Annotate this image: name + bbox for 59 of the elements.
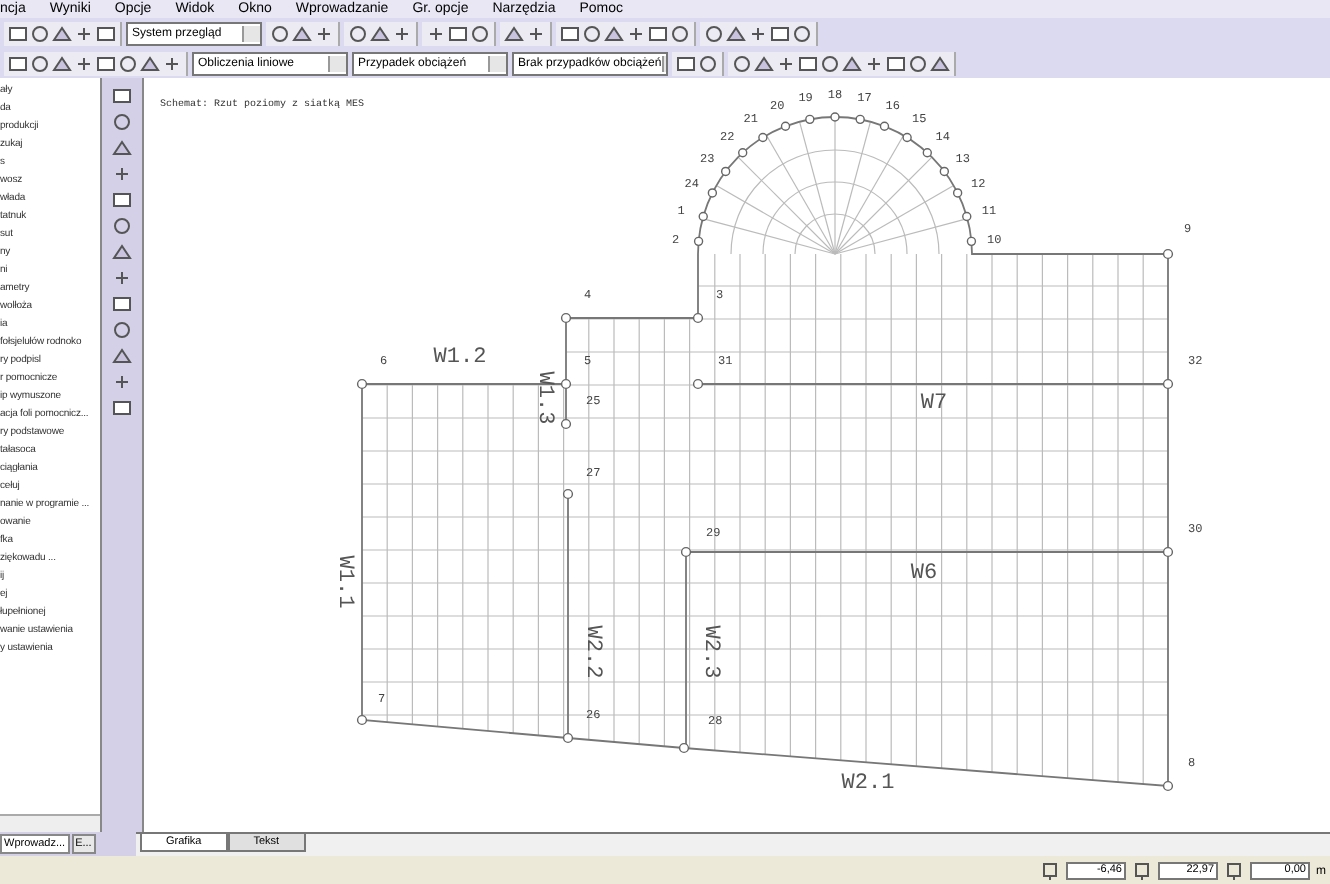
scrollbar[interactable] bbox=[0, 814, 100, 832]
node-marker bbox=[678, 742, 690, 754]
node-marker bbox=[738, 148, 748, 158]
node-marker bbox=[698, 211, 708, 222]
node-marker bbox=[356, 378, 368, 390]
node-marker bbox=[855, 114, 865, 125]
tool-icon[interactable] bbox=[776, 53, 796, 73]
tool-icon[interactable] bbox=[112, 372, 132, 392]
tool-icon[interactable] bbox=[112, 268, 132, 288]
node-marker bbox=[560, 378, 572, 390]
tool-icon[interactable] bbox=[864, 53, 884, 73]
region-label: W2.1 bbox=[841, 772, 895, 796]
node-marker bbox=[902, 132, 912, 143]
node-marker bbox=[758, 132, 768, 143]
node-marker bbox=[1162, 546, 1174, 558]
node-marker bbox=[693, 236, 704, 247]
tool-icon[interactable] bbox=[162, 53, 182, 73]
node-marker bbox=[692, 378, 704, 390]
region-label: W6 bbox=[910, 562, 938, 586]
coordinate-icon bbox=[1040, 861, 1060, 881]
node-marker bbox=[356, 714, 368, 726]
node-marker bbox=[922, 148, 932, 158]
node-marker bbox=[707, 188, 718, 198]
node-marker bbox=[560, 418, 572, 430]
node-marker bbox=[720, 166, 731, 177]
region-label: W2.3 bbox=[698, 625, 722, 679]
region-label: W1.3 bbox=[532, 371, 556, 425]
region-label: W2.2 bbox=[580, 625, 604, 679]
region-label: W1.1 bbox=[332, 555, 356, 609]
tool-icon[interactable] bbox=[526, 23, 546, 43]
node-marker bbox=[1162, 378, 1174, 390]
node-marker bbox=[562, 732, 574, 744]
node-marker bbox=[879, 121, 890, 131]
tool-icon[interactable] bbox=[314, 23, 334, 43]
node-marker bbox=[1162, 780, 1174, 792]
node-marker bbox=[1162, 248, 1174, 260]
node-marker bbox=[680, 546, 692, 558]
tool-icon[interactable] bbox=[74, 53, 94, 73]
node-marker bbox=[952, 188, 963, 198]
node-marker bbox=[830, 112, 840, 122]
node-marker bbox=[780, 121, 791, 131]
node-marker bbox=[805, 114, 815, 125]
node-marker bbox=[560, 312, 572, 324]
tool-icon[interactable] bbox=[626, 23, 646, 43]
node-marker bbox=[966, 236, 977, 247]
tool-icon[interactable] bbox=[74, 23, 94, 43]
node-marker bbox=[939, 166, 950, 177]
node-marker bbox=[562, 488, 574, 500]
coordinate-icon bbox=[1132, 861, 1152, 881]
node-marker bbox=[962, 211, 972, 222]
tool-icon[interactable] bbox=[748, 23, 768, 43]
tool-icon[interactable] bbox=[112, 398, 132, 418]
coordinate-icon bbox=[1224, 861, 1244, 881]
node-marker bbox=[692, 312, 704, 324]
region-label: W7 bbox=[920, 392, 948, 416]
tool-icon[interactable] bbox=[426, 23, 446, 43]
region-label: W1.2 bbox=[433, 346, 487, 370]
tool-icon[interactable] bbox=[392, 23, 412, 43]
tool-icon[interactable] bbox=[112, 164, 132, 184]
